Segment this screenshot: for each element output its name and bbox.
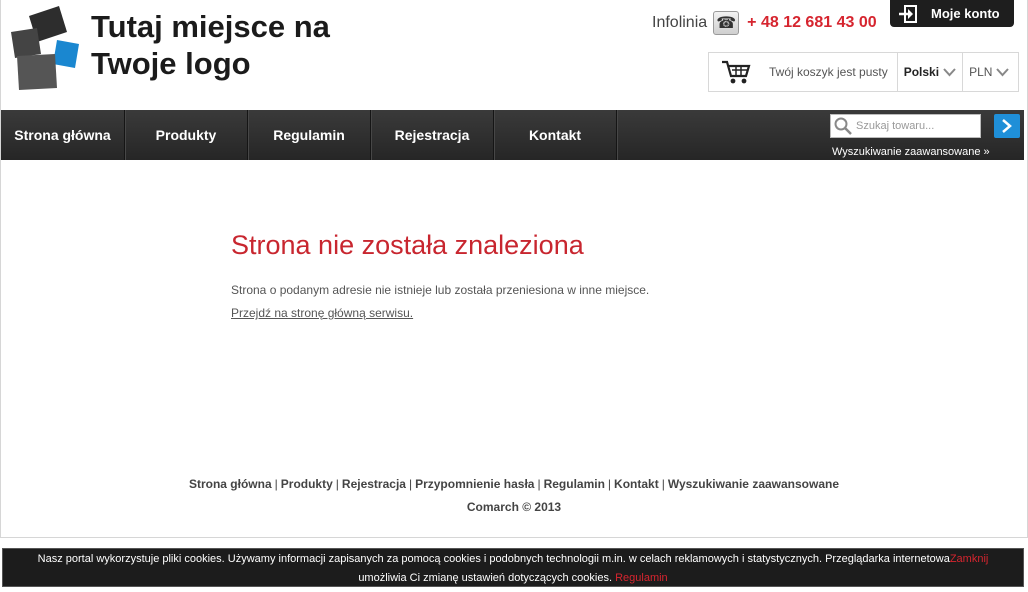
error-message: Strona o podanym adresie nie istnieje lu… — [231, 283, 650, 297]
nav-item-terms[interactable]: Regulamin — [248, 110, 371, 160]
advanced-search-link[interactable]: Wyszukiwanie zaawansowane » — [832, 146, 990, 158]
account-button-label: Moje konto — [931, 6, 1000, 21]
copyright: Comarch © 2013 — [466, 500, 562, 514]
page-title: Strona nie została znaleziona — [231, 230, 584, 260]
footer-link-advanced-search[interactable]: Wyszukiwanie zaawansowane — [668, 477, 839, 491]
cookie-close-button[interactable]: Zamknij — [950, 553, 989, 565]
language-select[interactable]: Polski — [896, 53, 962, 91]
footer-separator: | — [607, 477, 612, 491]
cart-status[interactable]: Twój koszyk jest pusty — [769, 65, 888, 79]
nav-item-products[interactable]: Produkty — [125, 110, 248, 160]
currency-value: PLN — [969, 65, 993, 79]
footer-separator: | — [274, 477, 278, 491]
nav-item-register[interactable]: Rejestracja — [371, 110, 494, 160]
nav-item-contact[interactable]: Kontakt — [494, 110, 617, 160]
chevron-down-icon — [996, 67, 1010, 76]
footer-separator: | — [537, 477, 541, 491]
logo-line-1: Tutaj miejsce na — [91, 9, 330, 44]
cookie-bar: Nasz portal wykorzystuje pliki cookies. … — [2, 548, 1024, 587]
login-icon — [897, 4, 919, 24]
home-link[interactable]: Przejdź na stronę główną serwisu. — [231, 306, 413, 320]
footer-link-terms[interactable]: Regulamin — [544, 477, 605, 491]
phone-number: + 48 12 681 43 00 — [747, 14, 877, 31]
logo-text[interactable]: Tutaj miejsce na Twoje logo — [91, 8, 330, 82]
arrow-right-icon — [1002, 119, 1012, 133]
cookie-rules-link[interactable]: Regulamin — [615, 572, 668, 584]
footer-separator: | — [408, 477, 413, 491]
footer-link-home[interactable]: Strona główna — [189, 477, 272, 491]
phone-icon: ☎ — [713, 11, 740, 35]
cookie-line-2: umożliwia Ci zmianę ustawień dotyczących… — [3, 569, 1023, 588]
footer-separator: | — [335, 477, 339, 491]
hotline-label: Infolinia — [652, 14, 708, 31]
nav-item-home[interactable]: Strona główna — [1, 110, 125, 160]
cookie-text-2: umożliwia Ci zmianę ustawień dotyczących… — [358, 572, 613, 584]
footer-separator: | — [661, 477, 665, 491]
footer-link-contact[interactable]: Kontakt — [614, 477, 659, 491]
footer-link-products[interactable]: Produkty — [281, 477, 333, 491]
cart-icon[interactable] — [721, 59, 751, 85]
account-button[interactable]: Moje konto — [890, 0, 1014, 27]
cookie-text-1: Nasz portal wykorzystuje pliki cookies. … — [37, 553, 950, 565]
search-input[interactable]: Szukaj towaru... — [830, 114, 981, 138]
search-button[interactable] — [994, 114, 1020, 138]
search-icon — [833, 117, 853, 135]
cart-box: Twój koszyk jest pusty Polski PLN — [708, 52, 1019, 92]
cookie-line-1: Nasz portal wykorzystuje pliki cookies. … — [3, 550, 1023, 569]
footer-link-password-reminder[interactable]: Przypomnienie hasła — [415, 477, 534, 491]
footer-links: Strona główna | Produkty | Rejestracja | Przyp… — [0, 477, 1028, 491]
logo-line-2: Twoje logo — [91, 46, 251, 81]
language-value: Polski — [903, 65, 940, 79]
currency-select[interactable]: PLN — [962, 53, 1015, 91]
chevron-down-icon — [943, 67, 956, 76]
search-placeholder: Szukaj towaru... — [856, 120, 935, 132]
hotline: Infolinia ☎ + 48 12 681 43 00 — [652, 11, 877, 35]
logo-icon[interactable] — [11, 6, 81, 90]
footer-link-register[interactable]: Rejestracja — [342, 477, 406, 491]
